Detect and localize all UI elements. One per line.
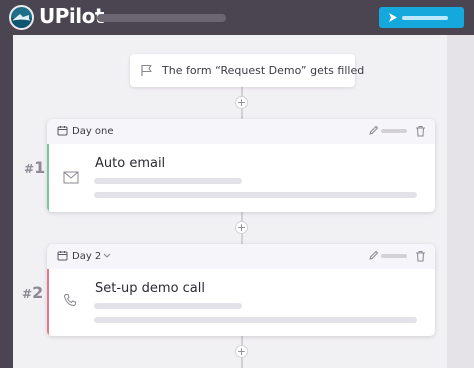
chevron-down-icon[interactable] [103,253,111,259]
edit-label-placeholder [381,254,407,258]
top-bar: UPilot [0,0,474,35]
primary-action-button[interactable] [379,7,464,28]
content-placeholder [94,317,417,323]
step-number: #1 [24,158,46,177]
calendar-icon [57,251,68,261]
title-placeholder [97,14,226,22]
scrollbar-track[interactable] [447,35,474,368]
step-card[interactable]: Day one Auto email [47,119,435,212]
trigger-card[interactable]: The form “Request Demo” gets filled [130,54,364,87]
logo-icon [9,5,34,30]
step-card[interactable]: Day 2 Set-up demo call [47,244,435,336]
add-step-button[interactable]: + [235,221,248,234]
trash-icon[interactable] [415,250,426,262]
add-step-button[interactable]: + [235,96,248,109]
add-step-button[interactable]: + [235,345,248,358]
step-header: Day one [47,119,435,144]
send-icon [389,13,397,22]
content-placeholder [94,192,417,198]
content-placeholder [94,178,242,184]
flag-icon [141,64,152,76]
edit-icon[interactable] [368,250,379,261]
button-label-placeholder [402,16,448,20]
envelope-icon [63,171,79,184]
day-label: Day one [72,126,114,137]
day-label: Day 2 [72,251,102,262]
trigger-text: The form “Request Demo” gets filled [162,64,365,77]
content-placeholder [94,303,242,309]
calendar-icon [57,126,68,136]
step-title: Set-up demo call [95,281,205,296]
phone-icon [64,294,76,306]
edit-icon[interactable] [368,125,379,136]
logo-text: UPilot [39,4,104,28]
edit-label-placeholder [381,129,407,133]
step-number: #2 [22,283,44,302]
trash-icon[interactable] [415,125,426,137]
step-title: Auto email [95,156,166,171]
step-header: Day 2 [47,244,435,269]
